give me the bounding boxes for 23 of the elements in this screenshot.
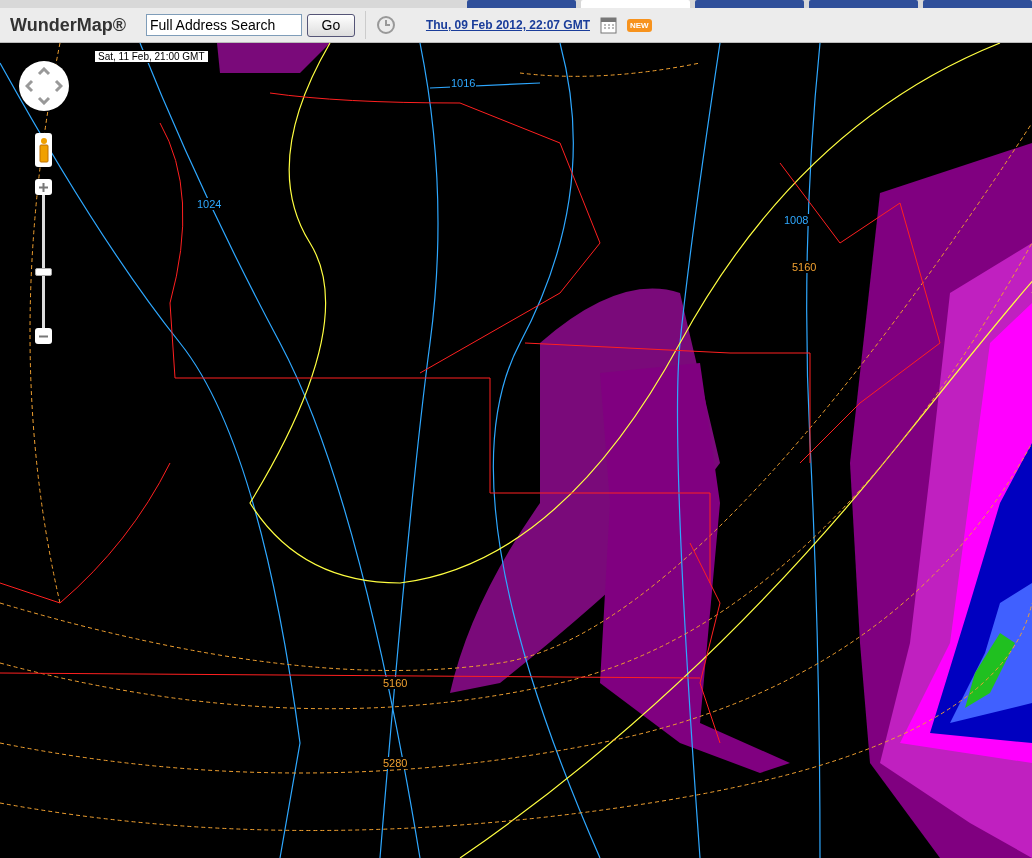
- contour-label: 5280: [382, 757, 409, 769]
- minus-icon: [39, 334, 48, 338]
- date-link[interactable]: Thu, 09 Feb 2012, 22:07 GMT: [425, 18, 590, 32]
- contour-label: 5160: [382, 677, 409, 689]
- zoom-out-button[interactable]: [35, 328, 52, 344]
- plus-icon: [39, 182, 48, 192]
- pan-control[interactable]: [19, 61, 69, 111]
- address-search-field[interactable]: Full Address Search: [145, 14, 302, 36]
- person-icon: [38, 137, 49, 163]
- contour-label: 1016: [450, 77, 477, 89]
- valid-time-label: Sat, 11 Feb, 21:00 GMT: [94, 50, 209, 63]
- app-logo: WunderMap®: [10, 14, 126, 36]
- clock-icon[interactable]: [375, 15, 396, 35]
- pegman-control[interactable]: [35, 133, 52, 167]
- zoom-slider-thumb[interactable]: [35, 267, 52, 276]
- go-button[interactable]: Go: [306, 13, 355, 37]
- calendar-icon[interactable]: [600, 16, 617, 34]
- contour-label: 5160: [791, 261, 818, 273]
- contour-label: 1024: [196, 198, 223, 210]
- pan-arrows-icon: [25, 67, 63, 105]
- new-badge: NEW: [627, 18, 652, 32]
- zoom-in-button[interactable]: [35, 179, 52, 195]
- contour-label: 1008: [783, 214, 810, 226]
